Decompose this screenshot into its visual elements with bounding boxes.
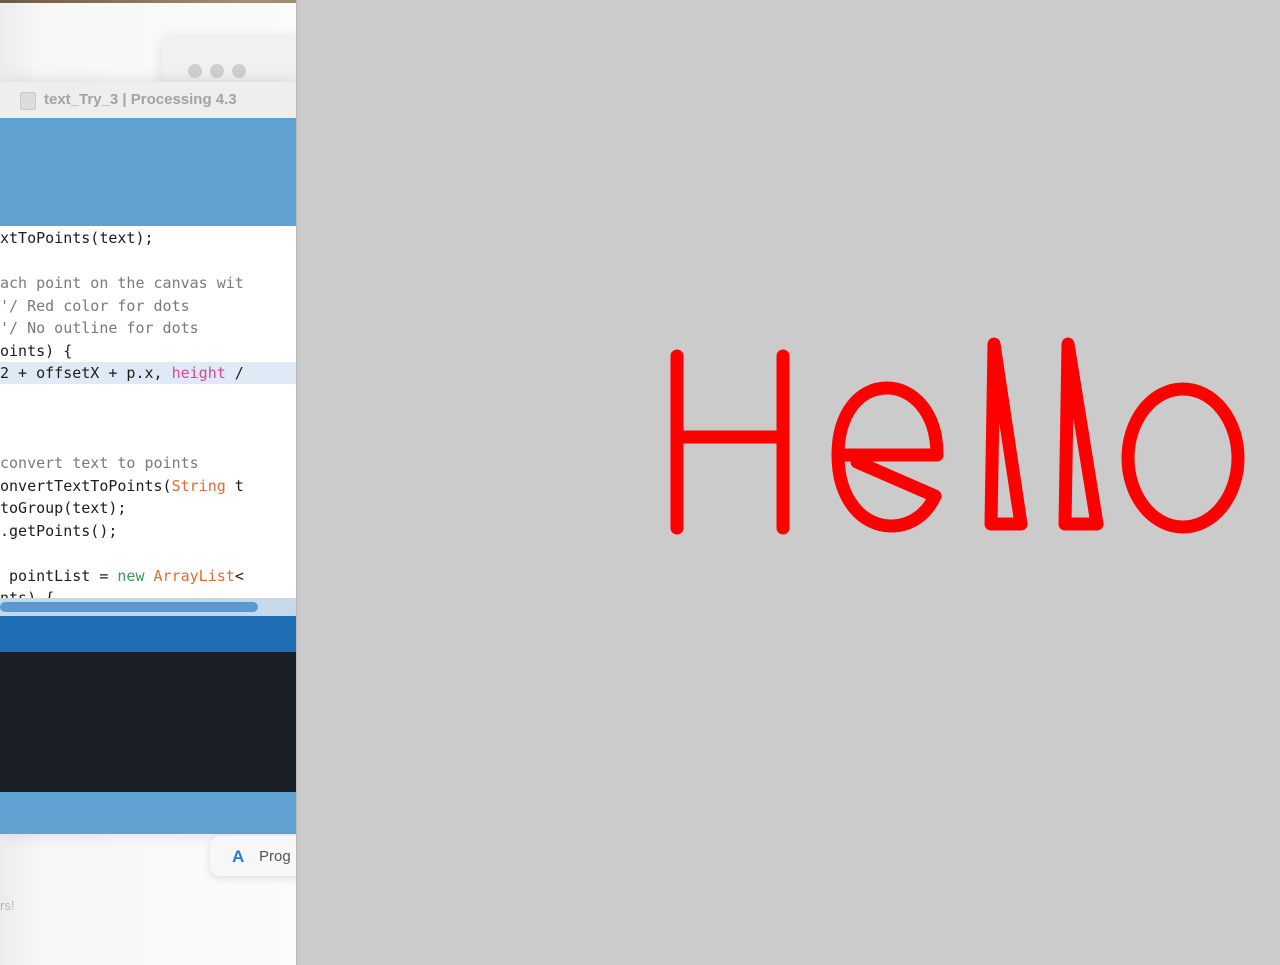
code-line[interactable]: toGroup(text); <box>0 497 126 519</box>
code-line[interactable]: pointList = new ArrayList< <box>0 565 244 587</box>
background-sidebar-text: rs! <box>0 898 15 913</box>
code-editor[interactable]: xtToPoints(text); ach point on the canvas… <box>0 226 296 598</box>
sketch-output-window[interactable] <box>296 0 1280 965</box>
code-token: String <box>171 476 226 495</box>
dock-app-item[interactable]: A Prog <box>210 836 310 876</box>
editor-toolbar <box>0 118 296 226</box>
code-line[interactable]: onvertTextToPoints(String t <box>0 475 244 497</box>
console-area[interactable] <box>0 652 296 792</box>
code-token: pointList = <box>0 566 118 585</box>
code-token: ArrayList <box>153 566 235 585</box>
editor-titlebar[interactable]: text_Try_3 | Processing 4.3 <box>0 82 296 119</box>
close-window-button[interactable] <box>188 64 202 78</box>
code-line[interactable]: oints) { <box>0 340 72 362</box>
code-token: < <box>234 566 244 585</box>
code-line[interactable]: xtToPoints(text); <box>0 227 154 249</box>
code-token: convert text to points <box>0 454 199 472</box>
letter-l-first <box>984 337 1028 531</box>
document-icon <box>20 92 36 110</box>
dock-app-label: Prog <box>259 848 291 865</box>
code-token: t <box>225 476 244 495</box>
horizontal-scrollbar-thumb[interactable] <box>0 602 258 612</box>
code-token: '/ Red color for dots <box>0 296 190 315</box>
code-token: toGroup(text); <box>0 499 127 517</box>
code-token: height <box>171 364 226 382</box>
code-token: onvertTextToPoints( <box>0 476 172 495</box>
letter-e <box>831 381 944 533</box>
letter-o <box>1121 382 1245 534</box>
code-line[interactable]: '/ Red color for dots <box>0 295 190 317</box>
code-token: new <box>117 566 145 585</box>
code-token: xtToPoints(text); <box>0 229 154 247</box>
zoom-window-button[interactable] <box>232 64 246 78</box>
code-line[interactable]: nts) { <box>0 587 54 598</box>
code-line[interactable]: ach point on the canvas wit <box>0 272 244 294</box>
letter-l-second <box>1058 337 1104 531</box>
code-token: nts) { <box>0 589 55 598</box>
code-token: / <box>225 364 244 382</box>
hello-drawing <box>670 337 1245 535</box>
processing-editor-window: text_Try_3 | Processing 4.3 xtToPoints(t… <box>0 82 296 834</box>
code-line[interactable]: '/ No outline for dots <box>0 317 199 339</box>
code-token: '/ No outline for dots <box>0 319 199 337</box>
code-token: .getPoints(); <box>0 521 118 540</box>
code-line-highlighted[interactable]: 2 + offsetX + p.x, height / <box>0 362 296 384</box>
code-token: 2 + offsetX + p.x, <box>0 364 172 382</box>
minimize-window-button[interactable] <box>210 64 224 78</box>
code-line[interactable]: convert text to points <box>0 452 199 474</box>
editor-status-bar <box>0 616 296 652</box>
window-title: text_Try_3 | Processing 4.3 <box>44 91 237 108</box>
code-token: ach point on the canvas wit <box>0 274 244 292</box>
sketch-canvas <box>670 337 1245 535</box>
code-token: oints) { <box>0 341 73 360</box>
code-line[interactable]: .getPoints(); <box>0 520 117 542</box>
app-store-icon: A <box>232 847 245 866</box>
letter-h <box>670 349 790 535</box>
editor-footer-bar <box>0 792 296 834</box>
